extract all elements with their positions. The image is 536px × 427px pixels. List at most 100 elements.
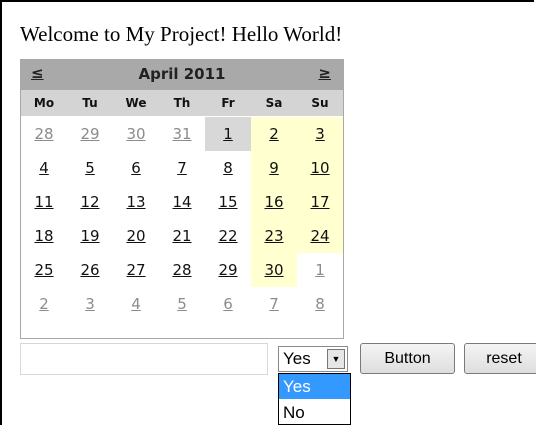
calendar-day-cell[interactable]: 30 (113, 117, 159, 151)
calendar-day-link[interactable]: 27 (126, 261, 145, 279)
calendar-day-link[interactable]: 5 (85, 159, 95, 177)
calendar-day-link[interactable]: 30 (126, 125, 145, 143)
calendar-day-cell[interactable]: 29 (67, 117, 113, 151)
calendar-day-cell[interactable]: 7 (251, 287, 297, 321)
calendar-day-link[interactable]: 22 (218, 227, 237, 245)
calendar-day-link[interactable]: 5 (177, 295, 187, 313)
dow-thursday: Th (173, 96, 191, 110)
calendar-day-cell[interactable]: 6 (205, 287, 251, 321)
calendar-day-link[interactable]: 21 (172, 227, 191, 245)
dow-sunday: Su (311, 96, 329, 110)
calendar-day-cell[interactable]: 16 (251, 185, 297, 219)
calendar-day-link[interactable]: 18 (34, 227, 53, 245)
calendar-day-cell[interactable]: 2 (251, 117, 297, 151)
calendar-day-link[interactable]: 28 (172, 261, 191, 279)
chevron-down-icon[interactable]: ▼ (327, 349, 345, 369)
calendar-day-link[interactable]: 16 (264, 193, 283, 211)
calendar-day-link[interactable]: 3 (85, 295, 95, 313)
calendar-day-link[interactable]: 6 (131, 159, 141, 177)
text-input[interactable] (20, 343, 268, 375)
calendar-day-cell[interactable]: 9 (251, 151, 297, 185)
calendar-day-link[interactable]: 1 (223, 125, 233, 143)
calendar-day-link[interactable]: 29 (218, 261, 237, 279)
calendar-day-link[interactable]: 26 (80, 261, 99, 279)
calendar-day-link[interactable]: 2 (269, 125, 279, 143)
calendar-day-cell[interactable]: 23 (251, 219, 297, 253)
calendar-day-link[interactable]: 7 (269, 295, 279, 313)
calendar-day-cell[interactable]: 28 (159, 253, 205, 287)
calendar-day-cell[interactable]: 31 (159, 117, 205, 151)
calendar-day-cell[interactable]: 2 (21, 287, 67, 321)
calendar-day-cell[interactable]: 13 (113, 185, 159, 219)
calendar-day-cell[interactable]: 1 (205, 117, 251, 151)
calendar-day-link[interactable]: 25 (34, 261, 53, 279)
calendar-day-link[interactable]: 3 (315, 125, 325, 143)
dow-tuesday: Tu (82, 96, 98, 110)
calendar-day-link[interactable]: 20 (126, 227, 145, 245)
calendar-day-cell[interactable]: 15 (205, 185, 251, 219)
calendar-day-cell[interactable]: 19 (67, 219, 113, 253)
dow-wednesday: We (125, 96, 147, 110)
calendar-day-cell[interactable]: 18 (21, 219, 67, 253)
calendar-day-link[interactable]: 1 (315, 261, 325, 279)
calendar-day-cell[interactable]: 4 (21, 151, 67, 185)
calendar-day-link[interactable]: 6 (223, 295, 233, 313)
select-option-yes[interactable]: Yes (279, 374, 350, 399)
calendar-day-cell[interactable]: 25 (21, 253, 67, 287)
calendar-day-cell[interactable]: 14 (159, 185, 205, 219)
calendar-day-cell[interactable]: 3 (297, 117, 343, 151)
dow-monday: Mo (33, 96, 55, 110)
calendar-day-cell[interactable]: 4 (113, 287, 159, 321)
calendar-day-link[interactable]: 9 (269, 159, 279, 177)
calendar-day-cell[interactable]: 28 (21, 117, 67, 151)
calendar-day-link[interactable]: 23 (264, 227, 283, 245)
calendar-day-link[interactable]: 28 (34, 125, 53, 143)
calendar-day-cell[interactable]: 10 (297, 151, 343, 185)
calendar-day-cell[interactable]: 21 (159, 219, 205, 253)
calendar-day-link[interactable]: 13 (126, 193, 145, 211)
calendar-day-cell[interactable]: 12 (67, 185, 113, 219)
calendar-day-cell[interactable]: 1 (297, 253, 343, 287)
calendar-day-cell[interactable]: 24 (297, 219, 343, 253)
button-button[interactable]: Button (360, 343, 455, 374)
next-month-link[interactable]: ≥ (318, 64, 331, 82)
calendar-day-cell[interactable]: 17 (297, 185, 343, 219)
calendar-day-link[interactable]: 14 (172, 193, 191, 211)
calendar-day-link[interactable]: 29 (80, 125, 99, 143)
calendar-day-cell[interactable]: 27 (113, 253, 159, 287)
calendar-day-link[interactable]: 4 (39, 159, 49, 177)
calendar-day-cell[interactable]: 5 (159, 287, 205, 321)
calendar-day-link[interactable]: 31 (172, 125, 191, 143)
calendar-day-link[interactable]: 24 (310, 227, 329, 245)
calendar-day-link[interactable]: 2 (39, 295, 49, 313)
calendar-day-cell[interactable]: 6 (113, 151, 159, 185)
dow-friday: Fr (221, 96, 235, 110)
calendar-day-link[interactable]: 12 (80, 193, 99, 211)
select-option-no[interactable]: No (279, 400, 350, 425)
calendar-day-cell[interactable]: 7 (159, 151, 205, 185)
calendar-day-cell[interactable]: 8 (205, 151, 251, 185)
calendar-day-link[interactable]: 15 (218, 193, 237, 211)
calendar-day-cell[interactable]: 30 (251, 253, 297, 287)
calendar-day-link[interactable]: 4 (131, 295, 141, 313)
calendar-day-link[interactable]: 19 (80, 227, 99, 245)
calendar-day-link[interactable]: 10 (310, 159, 329, 177)
calendar-day-cell[interactable]: 8 (297, 287, 343, 321)
calendar-day-cell[interactable]: 3 (67, 287, 113, 321)
calendar-day-cell[interactable]: 22 (205, 219, 251, 253)
calendar-day-cell[interactable]: 26 (67, 253, 113, 287)
calendar-day-cell[interactable]: 5 (67, 151, 113, 185)
dow-saturday: Sa (265, 96, 283, 110)
calendar-day-cell[interactable]: 20 (113, 219, 159, 253)
calendar-day-cell[interactable]: 11 (21, 185, 67, 219)
calendar-day-link[interactable]: 11 (34, 193, 53, 211)
calendar-day-link[interactable]: 17 (310, 193, 329, 211)
reset-button[interactable]: reset (464, 343, 536, 374)
select-dropdown-list: Yes No (278, 373, 351, 425)
calendar-day-link[interactable]: 7 (177, 159, 187, 177)
calendar-day-link[interactable]: 8 (315, 295, 325, 313)
calendar-day-cell[interactable]: 29 (205, 253, 251, 287)
yes-no-select[interactable]: Yes ▼ (278, 346, 348, 372)
calendar-day-link[interactable]: 8 (223, 159, 233, 177)
calendar-day-link[interactable]: 30 (264, 261, 283, 279)
